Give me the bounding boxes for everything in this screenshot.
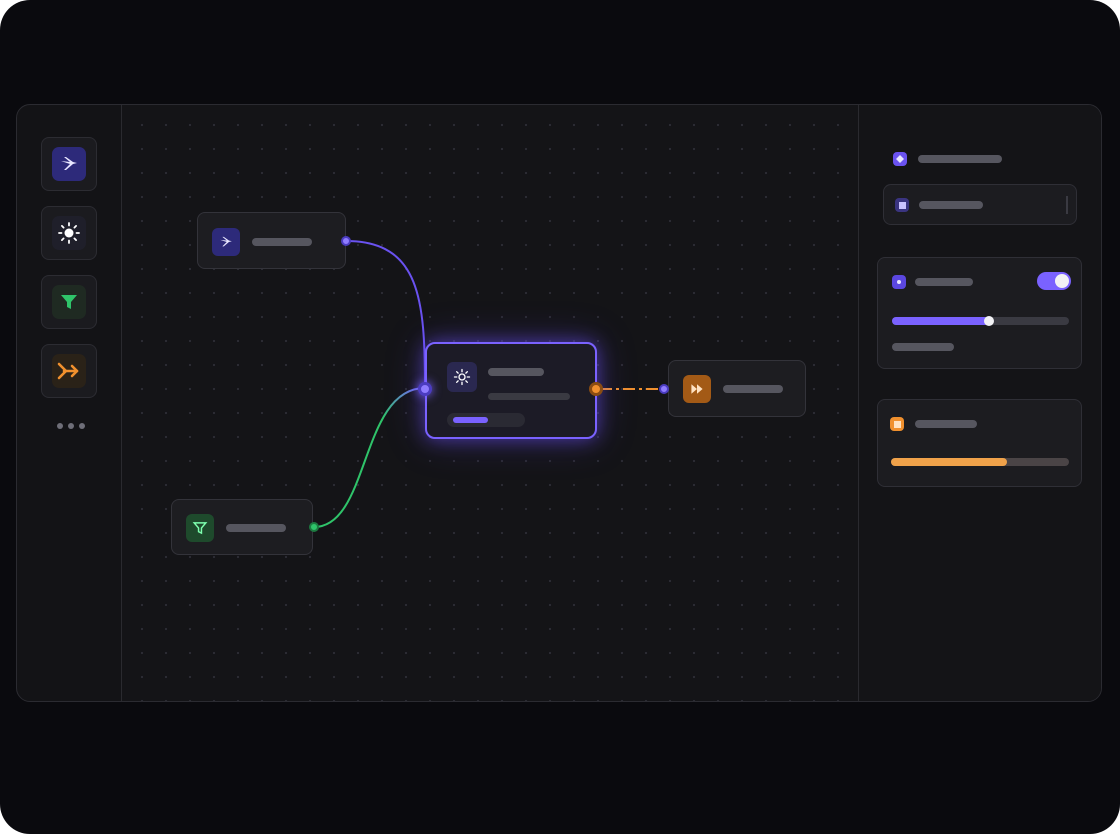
- node-title-placeholder: [488, 368, 544, 376]
- inspector-title-placeholder: [918, 155, 1002, 163]
- plane-icon: [212, 228, 240, 256]
- inspector-status-card: [877, 399, 1082, 487]
- dot-icon: [892, 275, 906, 289]
- status-progress-track: [891, 458, 1069, 466]
- node-output[interactable]: [668, 360, 806, 417]
- settings-toggle[interactable]: [1037, 272, 1071, 290]
- square-icon: [890, 417, 904, 431]
- sun-icon: [52, 216, 86, 250]
- node-process-selected[interactable]: [425, 342, 597, 439]
- device-frame: [0, 0, 1120, 834]
- settings-slider[interactable]: [892, 316, 1069, 326]
- skip-forward-icon: [683, 375, 711, 403]
- toggle-knob: [1055, 274, 1069, 288]
- slider-thumb[interactable]: [984, 316, 995, 326]
- square-icon: [895, 198, 909, 212]
- output-port[interactable]: [341, 236, 351, 246]
- output-port[interactable]: [589, 382, 603, 396]
- field-value-placeholder: [919, 201, 983, 209]
- input-port[interactable]: [418, 382, 432, 396]
- tool-sidebar: [17, 105, 122, 701]
- node-filter[interactable]: [171, 499, 313, 555]
- tool-button-plane[interactable]: [41, 137, 97, 191]
- node-title-placeholder: [723, 385, 783, 393]
- funnel-icon: [186, 514, 214, 542]
- node-title-placeholder: [252, 238, 312, 246]
- plane-icon: [52, 147, 86, 181]
- setting-caption-placeholder: [892, 343, 954, 351]
- tool-button-filter[interactable]: [41, 275, 97, 329]
- status-progress-fill: [891, 458, 1007, 466]
- node-source[interactable]: [197, 212, 346, 269]
- tool-button-output[interactable]: [41, 344, 97, 398]
- sun-icon: [447, 362, 477, 392]
- status-label-placeholder: [915, 420, 977, 428]
- tool-button-sun[interactable]: [41, 206, 97, 260]
- node-subtitle-placeholder: [488, 393, 570, 400]
- setting-label-placeholder: [915, 278, 973, 286]
- diamond-icon: [893, 152, 907, 166]
- funnel-icon: [52, 285, 86, 319]
- node-progress-fill: [453, 417, 489, 423]
- inspector-field[interactable]: [883, 184, 1077, 225]
- ellipsis-icon[interactable]: [57, 423, 85, 429]
- slider-fill: [892, 317, 990, 325]
- arrow-forward-icon: [52, 354, 86, 388]
- node-progress-track: [447, 413, 525, 427]
- node-title-placeholder: [226, 524, 286, 532]
- output-port[interactable]: [309, 522, 319, 532]
- field-cursor: [1066, 196, 1068, 214]
- input-port[interactable]: [659, 384, 669, 394]
